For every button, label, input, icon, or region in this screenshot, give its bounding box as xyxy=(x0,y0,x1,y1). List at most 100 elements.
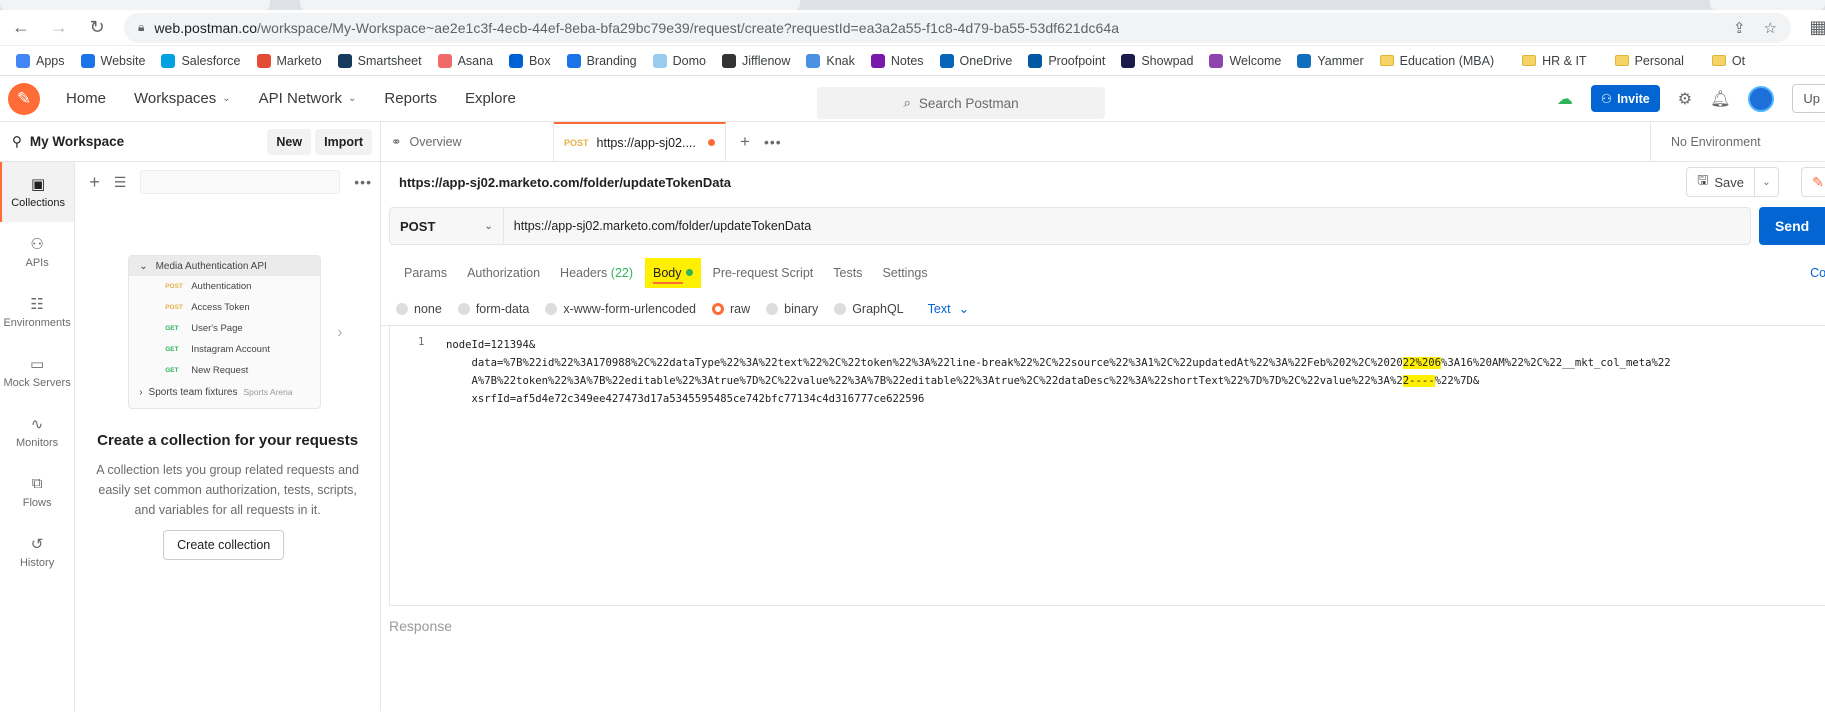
filter-icon[interactable]: ☰ xyxy=(114,174,127,191)
request-title[interactable]: https://app-sj02.marketo.com/folder/upda… xyxy=(399,175,731,190)
tab-active-request[interactable]: POST https://app-sj02.... xyxy=(554,122,726,161)
bookmark-item[interactable]: Website xyxy=(75,49,156,73)
tab-params[interactable]: Params xyxy=(396,258,455,288)
tab-authorization[interactable]: Authorization xyxy=(459,258,548,288)
lock-icon[interactable]: 🔒︎ xyxy=(138,20,144,35)
filter-input[interactable] xyxy=(140,170,341,194)
tab-body[interactable]: Body xyxy=(645,258,701,288)
request-tabs: ⚭ Overview POST https://app-sj02.... + ••… xyxy=(381,122,1825,162)
bookmark-item[interactable]: Showpad xyxy=(1115,49,1203,73)
extension-icon[interactable]: ▦ xyxy=(1807,17,1825,39)
body-type-raw[interactable]: raw xyxy=(712,302,750,316)
workspace-title[interactable]: ⚲ My Workspace xyxy=(12,134,124,150)
add-collection-icon[interactable]: + xyxy=(89,172,100,193)
sidebar-item-label: Flows xyxy=(22,496,52,509)
upgrade-button[interactable]: Up xyxy=(1792,84,1825,113)
save-dropdown-icon[interactable]: ⌄ xyxy=(1755,167,1779,197)
browser-tab[interactable] xyxy=(300,0,800,10)
body-type-x-www-form-urlencoded[interactable]: x-www-form-urlencoded xyxy=(545,302,696,316)
more-options-icon[interactable]: ••• xyxy=(354,174,372,190)
folder-icon xyxy=(1522,55,1537,66)
search-input[interactable]: ⌕ Search Postman xyxy=(817,87,1105,119)
notification-bell-icon[interactable]: 🔔︎ xyxy=(1710,89,1730,109)
bookmark-item[interactable]: Marketo xyxy=(251,49,332,73)
illustration-request: GET User's Page xyxy=(129,318,320,339)
invite-button[interactable]: ⚇ Invite xyxy=(1590,85,1660,112)
sidebar-item-flows[interactable]: ⧉ Flows xyxy=(0,462,74,522)
forward-icon[interactable]: → xyxy=(48,17,70,39)
edit-icon[interactable]: ✎ xyxy=(1801,167,1825,197)
nav-reports[interactable]: Reports xyxy=(370,90,451,107)
bookmark-folder[interactable]: Ot xyxy=(1706,49,1755,73)
sidebar-item-mock-servers[interactable]: ▭ Mock Servers xyxy=(0,342,74,402)
bookmark-item[interactable]: Box xyxy=(503,49,561,73)
send-button[interactable]: Send xyxy=(1759,207,1825,245)
sidebar-item-apis[interactable]: ⚇ APIs xyxy=(0,222,74,282)
sync-status-icon[interactable]: ☁ xyxy=(1557,89,1573,109)
bookmark-folder[interactable]: Education (MBA) xyxy=(1374,49,1516,73)
bookmark-item[interactable]: Proofpoint xyxy=(1022,49,1115,73)
url-input[interactable]: https://app-sj02.marketo.com/folder/upda… xyxy=(503,207,1752,245)
method-select[interactable]: POST ⌄ xyxy=(389,207,504,245)
tab-headers[interactable]: Headers (22) xyxy=(552,258,641,288)
postman-logo-icon[interactable]: ✎ xyxy=(8,82,40,115)
tab-pre-request-script[interactable]: Pre-request Script xyxy=(705,258,822,288)
browser-tab[interactable] xyxy=(1710,0,1825,10)
subtab-label: Tests xyxy=(833,266,863,280)
body-type-binary[interactable]: binary xyxy=(766,302,818,316)
environment-selector[interactable]: No Environment xyxy=(1650,122,1825,161)
bookmark-item[interactable]: Notes xyxy=(865,49,934,73)
bookmark-folder[interactable]: HR & IT xyxy=(1516,49,1608,73)
bookmark-folder[interactable]: Personal xyxy=(1609,49,1706,73)
sidebar-item-monitors[interactable]: ∿ Monitors xyxy=(0,402,74,462)
new-button[interactable]: New xyxy=(267,128,312,155)
share-icon[interactable]: ⇪ xyxy=(1733,19,1746,37)
body-type-form-data[interactable]: form-data xyxy=(457,301,530,316)
back-icon[interactable]: ← xyxy=(10,17,32,39)
save-button[interactable]: 🖫 Save xyxy=(1686,167,1755,197)
nav-api-network[interactable]: API Network ⌄ xyxy=(245,90,371,107)
chevron-right-icon[interactable]: › xyxy=(337,324,342,342)
bookmark-item[interactable]: Yammer xyxy=(1291,49,1373,73)
settings-gear-icon[interactable]: ⚙ xyxy=(1678,89,1692,109)
sidebar-item-environments[interactable]: ☷ Environments xyxy=(0,282,74,342)
sidebar-item-collections[interactable]: ▣ Collections xyxy=(0,162,75,222)
reload-icon[interactable]: ↻ xyxy=(86,17,108,39)
bookmark-item[interactable]: Apps xyxy=(10,49,75,73)
tab-method: POST xyxy=(564,137,589,148)
tab-settings[interactable]: Settings xyxy=(874,258,935,288)
body-code: nodeId=121394& data=%7B%22id%22%3A170988… xyxy=(446,339,1671,405)
tab-more-icon[interactable]: ••• xyxy=(764,122,782,161)
url-omnibox[interactable]: 🔒︎ web.postman.co/workspace/My-Workspace… xyxy=(124,12,1791,43)
import-button[interactable]: Import xyxy=(315,128,372,155)
star-icon[interactable]: ☆ xyxy=(1764,19,1777,37)
body-type-graphql[interactable]: GraphQL xyxy=(834,302,904,316)
add-tab-icon[interactable]: + xyxy=(726,122,764,161)
bookmark-item[interactable]: Jifflenow xyxy=(716,49,800,73)
cookies-link[interactable]: Coo xyxy=(1810,266,1825,280)
avatar[interactable] xyxy=(1748,85,1775,112)
illustration-request: POST Access Token xyxy=(129,297,320,318)
sidebar-item-history[interactable]: ↺ History xyxy=(0,522,74,582)
tab-overview[interactable]: ⚭ Overview xyxy=(381,122,554,161)
bookmark-icon xyxy=(256,53,271,68)
body-type-none[interactable]: none xyxy=(396,302,442,316)
tab-tests[interactable]: Tests xyxy=(825,258,870,288)
bookmark-item[interactable]: Smartsheet xyxy=(332,49,432,73)
bookmark-item[interactable]: Welcome xyxy=(1203,49,1291,73)
bookmark-item[interactable]: Asana xyxy=(432,49,503,73)
bookmark-item[interactable]: OneDrive xyxy=(934,49,1023,73)
radio-label: binary xyxy=(784,301,819,316)
browser-tab[interactable] xyxy=(0,0,270,10)
bookmark-item[interactable]: Knak xyxy=(800,49,865,73)
bookmark-item[interactable]: Domo xyxy=(647,49,716,73)
bookmark-item[interactable]: Branding xyxy=(561,49,647,73)
nav-home[interactable]: Home xyxy=(52,90,120,107)
nav-workspaces[interactable]: Workspaces ⌄ xyxy=(120,90,245,107)
create-collection-button[interactable]: Create collection xyxy=(163,530,285,560)
text-format-select[interactable]: Text ⌄ xyxy=(928,301,969,317)
radio-label: form-data xyxy=(475,301,530,316)
nav-explore[interactable]: Explore xyxy=(451,90,530,107)
bookmark-item[interactable]: Salesforce xyxy=(155,49,250,73)
body-editor[interactable]: 1 nodeId=121394& data=%7B%22id%22%3A1709… xyxy=(389,326,1825,606)
